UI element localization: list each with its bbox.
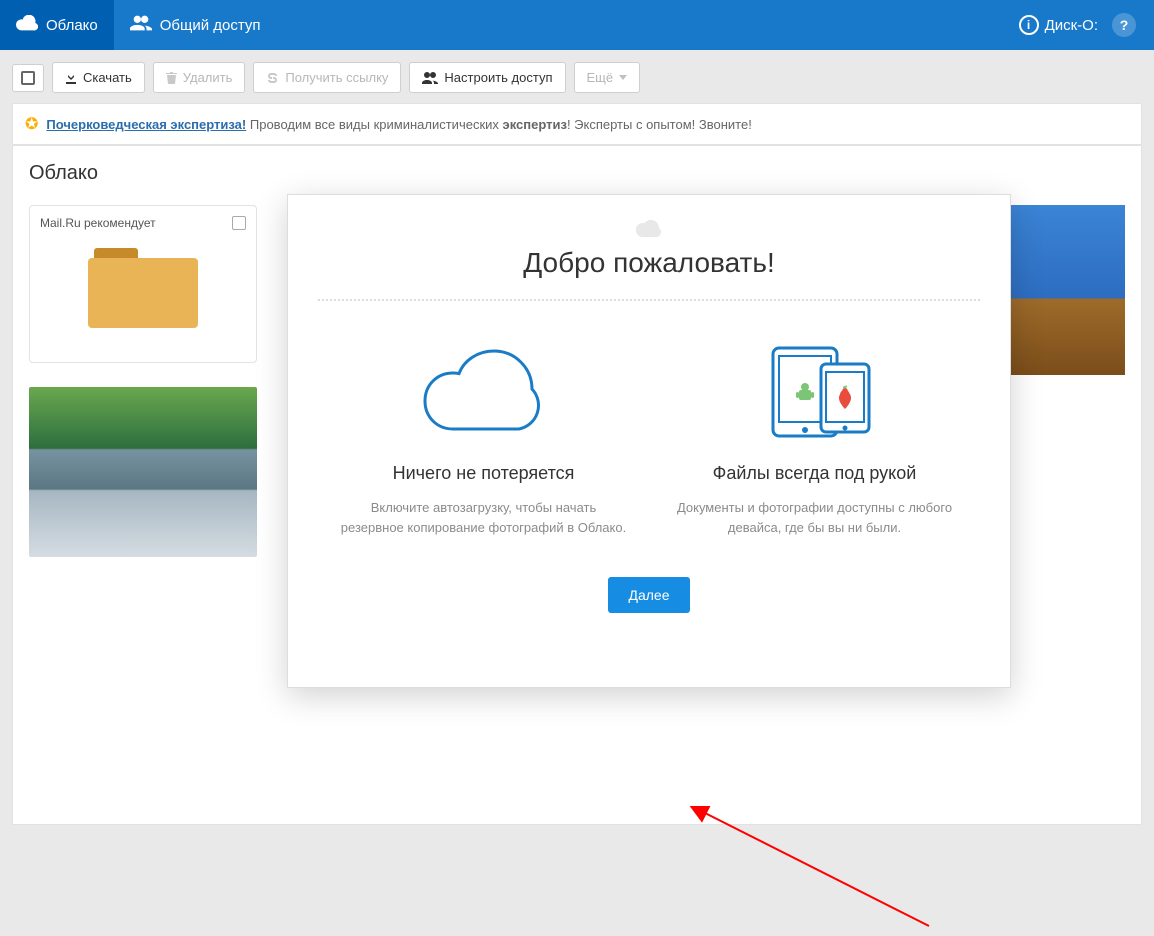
download-button[interactable]: Скачать — [52, 62, 145, 93]
cloud-icon — [16, 15, 38, 35]
configure-access-button[interactable]: Настроить доступ — [409, 62, 565, 93]
ad-text-1: Проводим все виды криминалистических — [250, 117, 503, 132]
image-thumb-lake[interactable] — [29, 387, 257, 557]
disk-o-button[interactable]: i Диск-О: — [1019, 15, 1098, 35]
people-icon — [422, 72, 438, 84]
ad-text-bold: экспертиз — [503, 117, 567, 132]
delete-label: Удалить — [183, 70, 233, 85]
delete-button[interactable]: Удалить — [153, 62, 246, 93]
people-icon — [130, 15, 152, 35]
tab-cloud[interactable]: Облако — [0, 0, 114, 50]
feature-title: Файлы всегда под рукой — [670, 463, 960, 484]
folder-icon — [88, 248, 198, 328]
feature-body: Документы и фотографии доступны с любого… — [670, 498, 960, 537]
ad-banner: ✪ Почерковедческая экспертиза! Проводим … — [12, 103, 1142, 145]
topbar: Облако Общий доступ i Диск-О: ? — [0, 0, 1154, 50]
trash-icon — [166, 72, 177, 84]
devices-icon — [670, 337, 960, 447]
select-all-checkbox[interactable] — [12, 64, 44, 92]
tile-checkbox[interactable] — [232, 216, 246, 230]
get-link-button[interactable]: Получить ссылку — [253, 62, 401, 93]
cloud-icon — [636, 219, 662, 237]
tab-cloud-label: Облако — [46, 17, 98, 34]
more-label: Ещё — [587, 70, 614, 85]
toolbar: Скачать Удалить Получить ссылку Настроит… — [0, 50, 1154, 103]
help-button[interactable]: ? — [1112, 13, 1136, 37]
ad-text-2: ! Эксперты с опытом! Звоните! — [567, 117, 752, 132]
disk-label: Диск-О: — [1045, 17, 1098, 34]
annotation-arrow — [689, 806, 949, 936]
folder-tile-recommend[interactable]: Mail.Ru рекомендует — [29, 205, 257, 363]
tab-shared-label: Общий доступ — [160, 17, 261, 34]
disk-icon: i — [1019, 15, 1039, 35]
ad-link[interactable]: Почерковедческая экспертиза! — [46, 117, 246, 132]
feature-body: Включите автозагрузку, чтобы начать резе… — [339, 498, 629, 537]
more-button[interactable]: Ещё — [574, 62, 641, 93]
welcome-modal: Добро пожаловать! Ничего не потеряется В… — [287, 194, 1011, 688]
get-link-label: Получить ссылку — [285, 70, 388, 85]
star-icon: ✪ — [25, 114, 38, 134]
download-icon — [65, 72, 77, 84]
image-thumb-hay[interactable] — [1005, 205, 1125, 375]
divider — [318, 299, 980, 301]
main-panel: Облако Mail.Ru рекомендует Добро пожалов… — [12, 145, 1142, 825]
modal-title: Добро пожаловать! — [523, 247, 774, 279]
tab-shared[interactable]: Общий доступ — [114, 0, 277, 50]
feature-devices: Файлы всегда под рукой Документы и фотог… — [670, 337, 960, 537]
download-label: Скачать — [83, 70, 132, 85]
chevron-down-icon — [619, 75, 627, 80]
configure-access-label: Настроить доступ — [444, 70, 552, 85]
tile-label: Mail.Ru рекомендует — [40, 216, 156, 230]
checkbox-icon — [21, 71, 35, 85]
next-button[interactable]: Далее — [608, 577, 689, 613]
feature-backup: Ничего не потеряется Включите автозагруз… — [339, 337, 629, 537]
page-title: Облако — [29, 162, 1125, 185]
cloud-outline-icon — [339, 337, 629, 447]
feature-title: Ничего не потеряется — [339, 463, 629, 484]
link-icon — [266, 72, 279, 84]
